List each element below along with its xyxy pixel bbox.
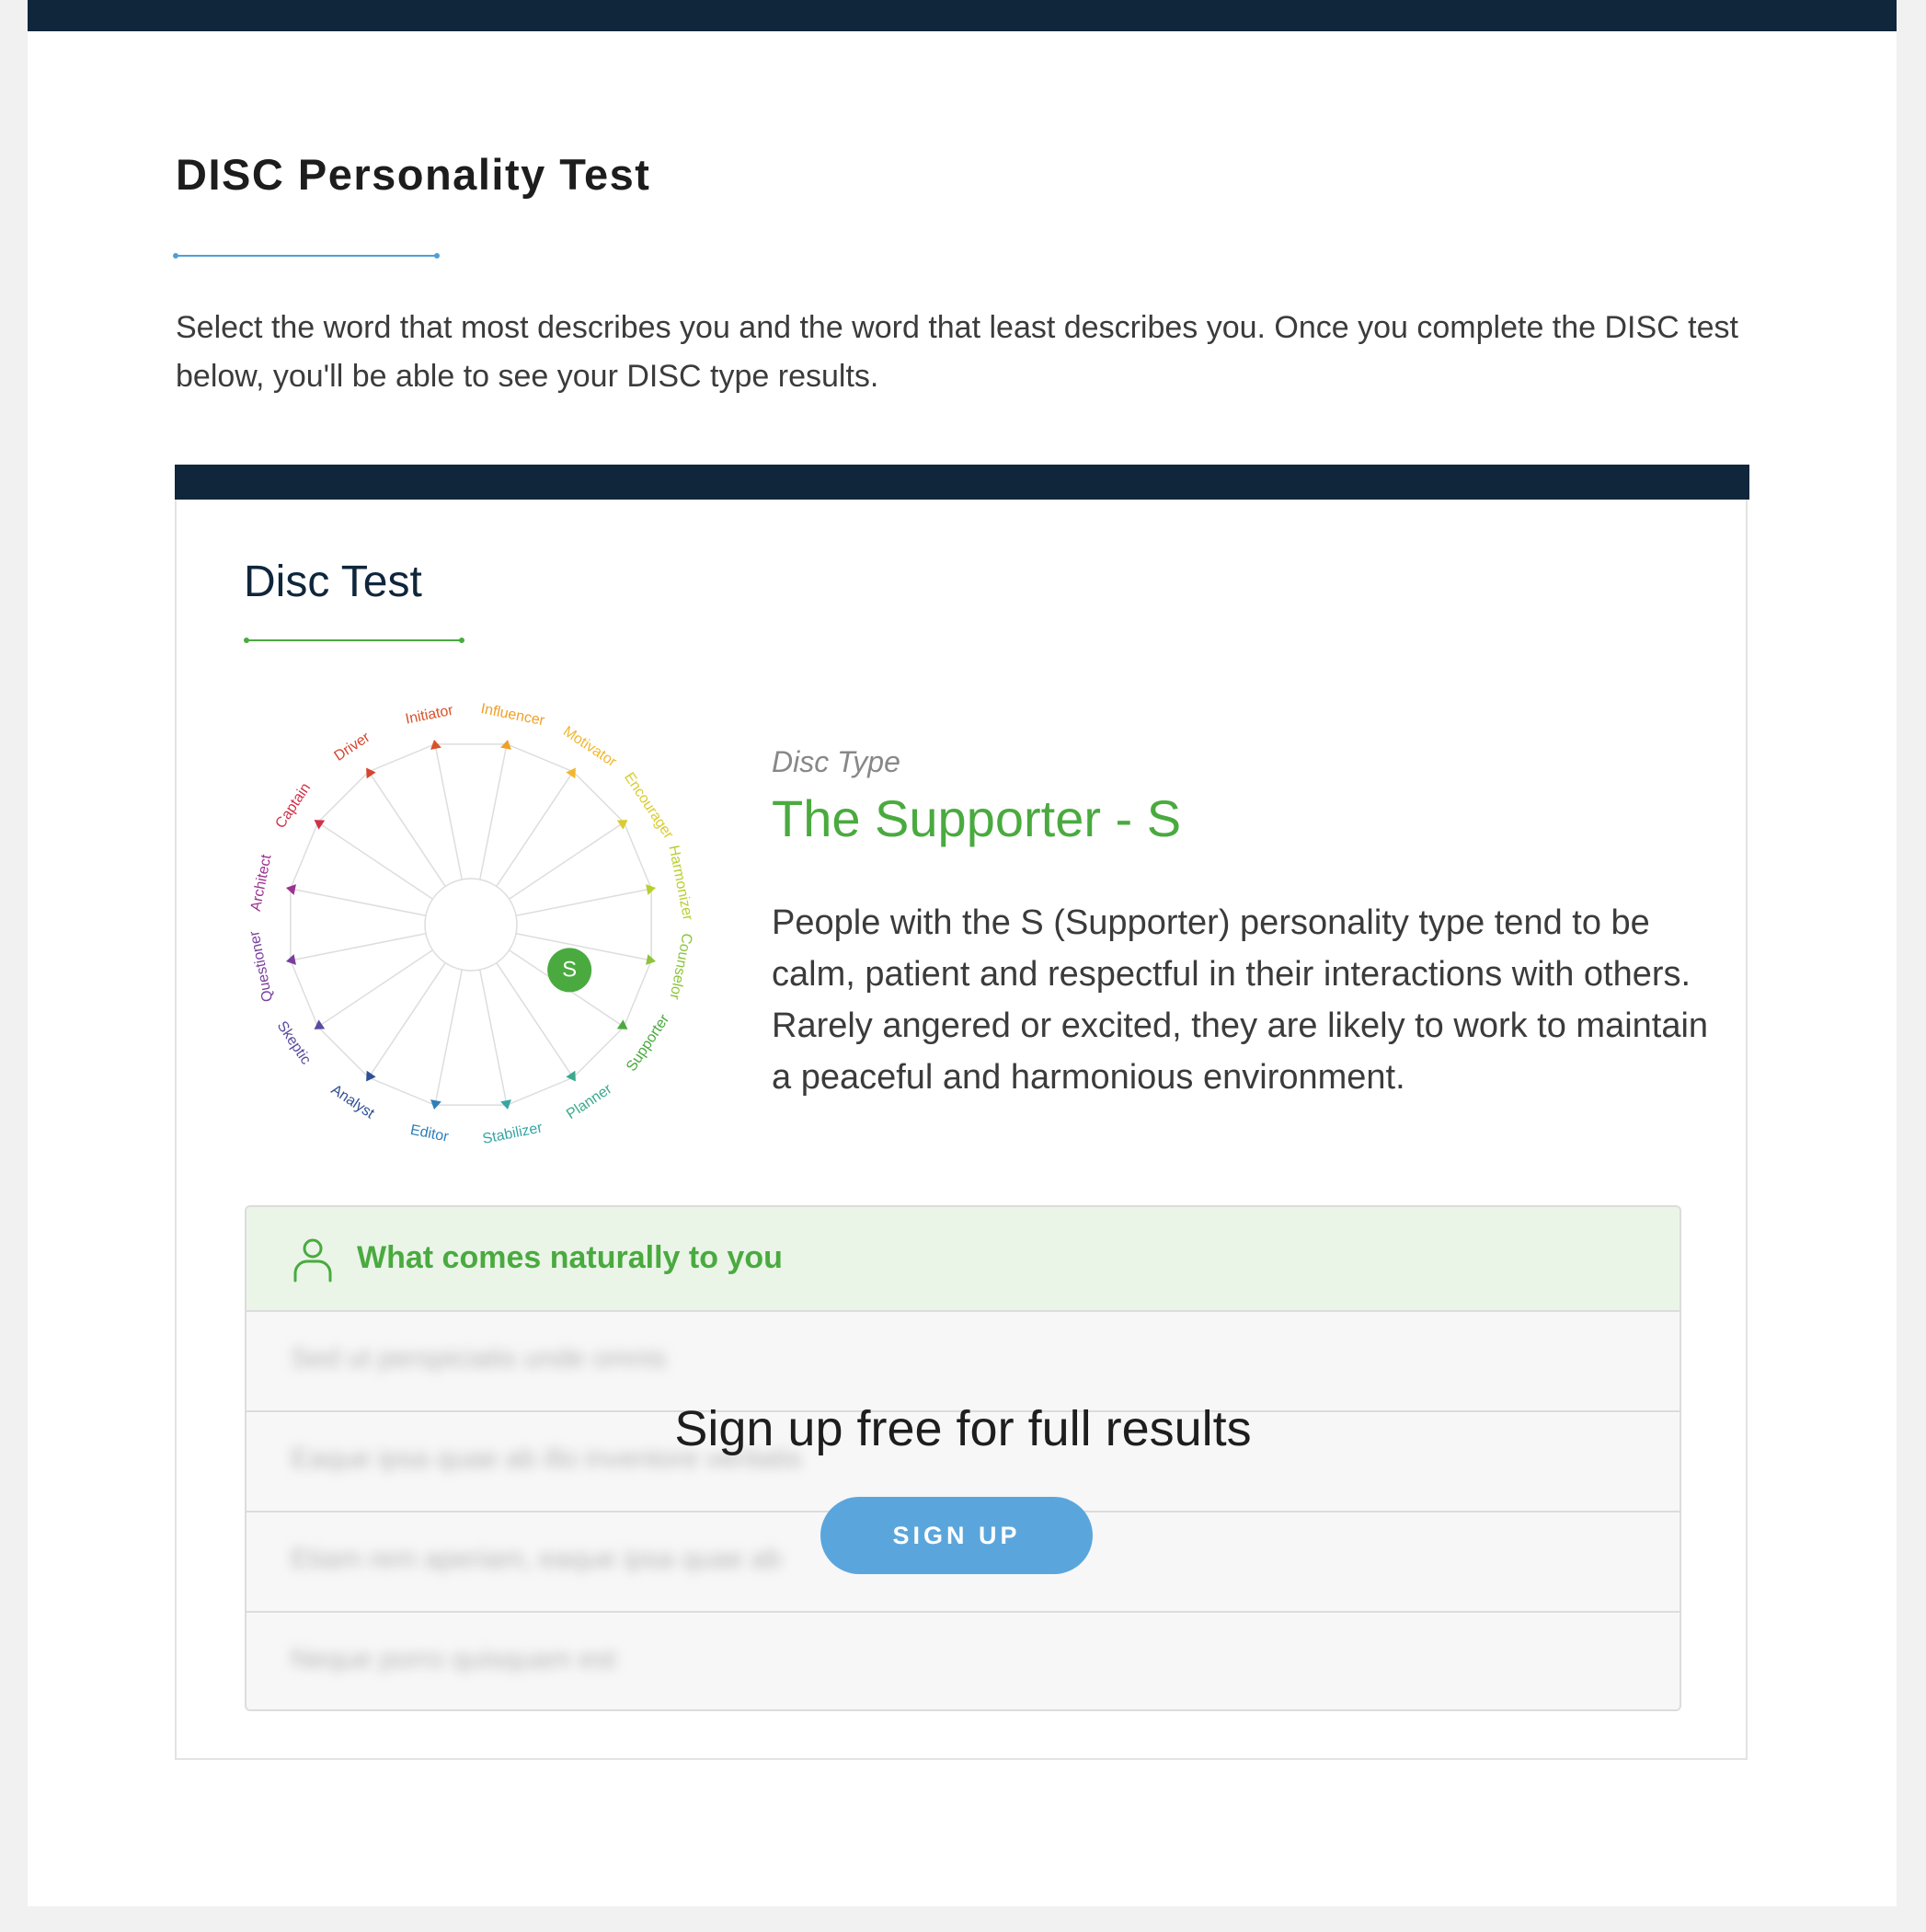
wheel-label: Driver [331,730,373,765]
results-header-text: What comes naturally to you [357,1240,783,1275]
wheel-label: Analyst [328,1082,378,1122]
disc-type-label: Disc Type [772,745,900,778]
result-row-text: Sed ut perspiciatis unde omnis [291,1343,667,1374]
result-row-text: Neque porro quisquam est [291,1644,616,1674]
disc-type-name: The Supporter - S [772,789,1182,847]
result-row-blurred: Sed ut perspiciatis unde omnis [246,1312,1680,1412]
wheel-label: Counselor [666,932,694,1002]
title-divider [173,253,440,259]
type-marker-letter: S [562,958,577,983]
wheel-spoke [368,771,446,887]
page: DISC Personality Test Select the word th… [28,0,1897,1906]
wheel-label: Supporter [624,1011,673,1074]
wheel-label: Encourager [621,770,676,843]
top-bar [28,0,1897,31]
wheel-label: Questioner [246,929,276,1004]
wheel-label: Initiator [404,703,454,728]
result-row-text: Etiam rem aperiam, eaque ipsa quae ab [291,1544,782,1574]
wheel-spoke [317,822,433,900]
wheel-spoke [479,969,508,1106]
disc-test-card: Disc Test Initiator Influencer Motivator En… [175,465,1749,1760]
card-header-bar [175,465,1749,500]
disc-wheel: Initiator Influencer MotivatorEncouragerHa… [246,701,695,1147]
card-title-divider [244,638,464,643]
page-title: DISC Personality Test [176,150,651,199]
wheel-label: Planner [564,1081,615,1122]
wheel-label: Harmonizer [665,844,695,922]
wheel-label: Captain [272,780,314,831]
wheel-label: Influencer [479,701,546,730]
results-header: What comes naturally to you [246,1207,1680,1312]
wheel-spoke [317,949,433,1028]
signup-button[interactable]: SIGN UP [820,1497,1093,1574]
wheel-spoke [496,771,574,887]
results-panel: What comes naturally to you Sed ut persp… [245,1205,1681,1711]
wheel-spoke [434,743,463,880]
wheel-spoke [290,888,427,916]
wheel-label: Editor [409,1122,451,1145]
wheel-label: Skeptic [274,1018,314,1067]
wheel-spoke [515,888,652,916]
wheel-spoke [368,962,446,1078]
wheel-center [424,878,518,972]
wheel-label: Motivator [560,724,620,771]
signup-prompt: Sign up free for full results [674,1401,1252,1456]
wheel-spoke [434,969,463,1106]
intro-text: Select the word that most describes you … [176,310,1738,394]
person-icon [293,1238,332,1282]
card-title: Disc Test [244,558,422,606]
wheel-label: Architect [248,853,275,913]
wheel-spoke [479,743,508,880]
disc-type-description: People with the S (Supporter) personalit… [772,903,1709,1097]
wheel-spoke [509,822,625,900]
result-row-blurred: Neque porro quisquam est [246,1613,1680,1709]
wheel-spoke [290,933,427,961]
wheel-label: Stabilizer [481,1120,545,1147]
